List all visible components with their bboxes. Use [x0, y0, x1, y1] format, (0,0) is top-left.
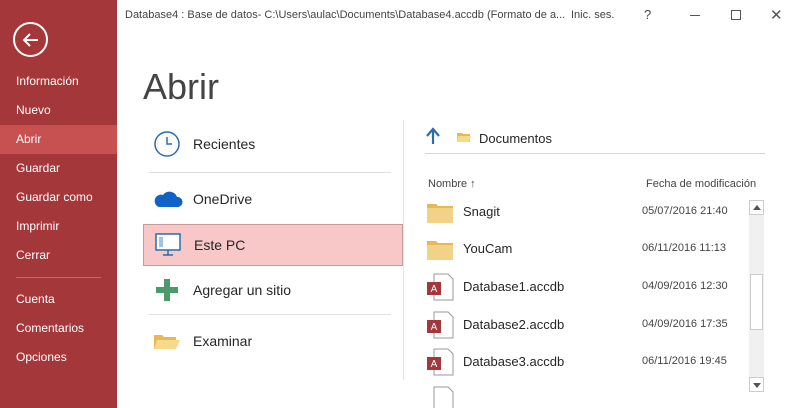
- column-header-name[interactable]: Nombre ↑: [428, 178, 476, 190]
- file-date: 04/09/2016 17:35: [642, 318, 728, 330]
- location-recientes[interactable]: Recientes: [143, 123, 403, 165]
- file-name: Database3.accdb: [463, 354, 565, 369]
- file-row[interactable]: A Database3.accdb 06/11/2016 19:45: [420, 342, 746, 380]
- scroll-thumb[interactable]: [750, 274, 763, 330]
- file-date: 06/11/2016 11:13: [642, 242, 727, 254]
- location-agregar-sitio[interactable]: Agregar un sitio: [143, 269, 403, 311]
- menu-item-nuevo[interactable]: Nuevo: [0, 96, 117, 125]
- file-date: 06/11/2016 19:45: [642, 355, 727, 367]
- location-label: OneDrive: [193, 191, 253, 207]
- title-bar: Database4 : Base de datos- C:\Users\aula…: [117, 0, 800, 30]
- menu-divider: [16, 277, 101, 278]
- file-date: 05/07/2016 21:40: [642, 205, 728, 217]
- menu-item-comentarios[interactable]: Comentarios: [0, 314, 117, 343]
- clock-icon: [147, 128, 187, 160]
- menu-item-guardar[interactable]: Guardar: [0, 154, 117, 183]
- location-examinar[interactable]: Examinar: [143, 320, 403, 362]
- file-name: Snagit: [463, 204, 500, 219]
- folder-path-bar: Documentos: [425, 124, 765, 154]
- computer-icon: [148, 229, 188, 261]
- menu-item-abrir[interactable]: Abrir: [0, 125, 117, 154]
- svg-text:A: A: [431, 284, 438, 295]
- page-title: Abrir: [143, 66, 220, 107]
- folder-icon: [427, 204, 453, 223]
- close-button[interactable]: ✕: [770, 6, 783, 24]
- folder-icon: [427, 241, 453, 260]
- file-row[interactable]: A Database2.accdb 04/09/2016 17:35: [420, 305, 746, 343]
- file-row-partial[interactable]: [420, 380, 746, 408]
- svg-text:A: A: [431, 322, 438, 333]
- access-file-icon: A: [427, 348, 454, 376]
- file-name: YouCam: [463, 241, 513, 256]
- file-date: 04/09/2016 12:30: [642, 280, 728, 292]
- up-arrow-icon[interactable]: [425, 127, 445, 150]
- scroll-down-button[interactable]: [749, 377, 764, 392]
- location-label: Agregar un sitio: [193, 282, 292, 298]
- svg-text:A: A: [431, 359, 438, 370]
- back-button[interactable]: [13, 22, 48, 57]
- folder-open-icon: [147, 325, 187, 357]
- breadcrumb-documentos[interactable]: Documentos: [479, 131, 552, 146]
- file-row[interactable]: YouCam 06/11/2016 11:13: [420, 229, 746, 267]
- access-file-icon: A: [427, 311, 454, 339]
- menu-item-opciones[interactable]: Opciones: [0, 343, 117, 372]
- file-name: Database2.accdb: [463, 317, 565, 332]
- triangle-up-icon: [753, 205, 761, 210]
- access-file-icon: [433, 386, 454, 408]
- file-row[interactable]: Snagit 05/07/2016 21:40: [420, 192, 746, 230]
- arrow-left-icon: [22, 32, 38, 47]
- triangle-down-icon: [753, 383, 761, 388]
- file-name: Database1.accdb: [463, 279, 565, 294]
- menu-item-guardar-como[interactable]: Guardar como: [0, 183, 117, 212]
- menu-item-informacion[interactable]: Información: [0, 67, 117, 96]
- location-label: Examinar: [193, 333, 253, 349]
- file-list: Snagit 05/07/2016 21:40 YouCam 06/11/201…: [420, 192, 746, 408]
- location-label: Este PC: [194, 237, 246, 253]
- folder-icon: [457, 130, 471, 148]
- pane-divider: [403, 120, 404, 380]
- menu-item-imprimir[interactable]: Imprimir: [0, 212, 117, 241]
- help-button[interactable]: ?: [644, 7, 651, 22]
- minimize-button[interactable]: [690, 15, 700, 16]
- window-title: Database4 : Base de datos- C:\Users\aula…: [125, 9, 565, 21]
- plus-icon: [147, 274, 187, 306]
- cloud-icon: [147, 183, 187, 215]
- menu-item-cerrar[interactable]: Cerrar: [0, 241, 117, 270]
- location-label: Recientes: [193, 136, 256, 152]
- column-header-date[interactable]: Fecha de modificación: [646, 178, 756, 190]
- scroll-up-button[interactable]: [749, 200, 764, 215]
- menu-item-cuenta[interactable]: Cuenta: [0, 285, 117, 314]
- maximize-button[interactable]: [731, 10, 741, 20]
- location-onedrive[interactable]: OneDrive: [143, 178, 403, 220]
- access-file-icon: A: [427, 273, 454, 301]
- backstage-menu: Información Nuevo Abrir Guardar Guardar …: [0, 67, 117, 372]
- sign-in-link[interactable]: Inic. ses.: [571, 9, 614, 21]
- file-row[interactable]: A Database1.accdb 04/09/2016 12:30: [420, 267, 746, 305]
- location-este-pc[interactable]: Este PC: [143, 224, 403, 266]
- location-divider: [149, 172, 391, 173]
- vertical-scrollbar[interactable]: [749, 200, 764, 392]
- backstage-sidebar: Información Nuevo Abrir Guardar Guardar …: [0, 0, 117, 408]
- location-divider: [149, 314, 391, 315]
